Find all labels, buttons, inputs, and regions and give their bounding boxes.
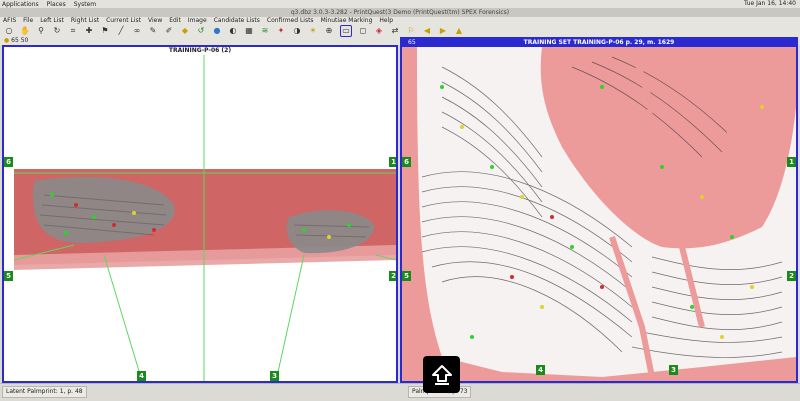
mark-icon[interactable]: ✚ xyxy=(84,26,94,36)
ridge-icon[interactable]: ≋ xyxy=(260,26,270,36)
contrast-icon[interactable]: ◑ xyxy=(292,26,302,36)
menu-applications[interactable]: Applications xyxy=(2,1,39,8)
marker-6[interactable]: 6 xyxy=(402,157,411,167)
swap-icon[interactable]: ⇄ xyxy=(390,26,400,36)
crop-icon[interactable]: ⌗ xyxy=(68,26,78,36)
marker-4[interactable]: 4 xyxy=(536,365,545,375)
clock[interactable]: Tue Jan 16, 14:40 xyxy=(744,0,796,7)
minutia-count-icon: ● xyxy=(4,37,10,44)
upload-icon xyxy=(431,364,452,385)
minutia-count: 65 50 xyxy=(11,37,29,44)
menu-places[interactable]: Places xyxy=(47,1,66,8)
status-bar: Latent Palmprint: 1, p. 48 Palmprint: 1,… xyxy=(0,383,800,401)
arrow-up-icon[interactable]: ▲ xyxy=(454,26,464,36)
hand-icon[interactable]: ✋ xyxy=(20,26,30,36)
marker-4[interactable]: 4 xyxy=(137,371,146,381)
menu-right-list[interactable]: Right List xyxy=(71,17,99,25)
undo-icon[interactable]: ↺ xyxy=(196,26,206,36)
compare-icon[interactable]: ◈ xyxy=(374,26,384,36)
menu-system[interactable]: System xyxy=(74,1,96,8)
mask-icon[interactable]: ◆ xyxy=(180,26,190,36)
marker-5[interactable]: 5 xyxy=(4,271,13,281)
left-image-panel[interactable]: TRAINING-P-06 (2) 6 1 5 2 4 3 xyxy=(2,45,398,383)
pin-icon[interactable]: ⚐ xyxy=(406,26,416,36)
brush-icon[interactable]: ✦ xyxy=(276,26,286,36)
toolbar: ○ ✋ ⚲ ↻ ⌗ ✚ ⚑ ╱ ∞ ✎ ✐ ◆ ↺ ● ◐ ▦ ≋ ✦ ◑ ✶ … xyxy=(0,25,800,37)
right-image-panel[interactable]: 65 TRAINING SET TRAINING-P-06 p. 29, m. … xyxy=(400,37,798,383)
marker-2[interactable]: 2 xyxy=(389,271,396,281)
zoom-fit-icon[interactable]: ◻ xyxy=(358,26,368,36)
menu-confirmed-lists[interactable]: Confirmed Lists xyxy=(267,17,314,25)
arrow-left-icon[interactable]: ◀ xyxy=(422,26,432,36)
rotate-icon[interactable]: ↻ xyxy=(52,26,62,36)
latent-print-canvas[interactable] xyxy=(4,55,396,381)
paint-icon[interactable]: ✎ xyxy=(148,26,158,36)
circle-icon[interactable]: ● xyxy=(212,26,222,36)
right-panel-title: 65 TRAINING SET TRAINING-P-06 p. 29, m. … xyxy=(402,39,796,47)
line-icon[interactable]: ╱ xyxy=(116,26,126,36)
menu-current-list[interactable]: Current List xyxy=(106,17,141,25)
color-icon[interactable]: ◐ xyxy=(228,26,238,36)
menu-help[interactable]: Help xyxy=(379,17,393,25)
left-status: Latent Palmprint: 1, p. 48 xyxy=(2,386,87,398)
menu-candidate-lists[interactable]: Candidate Lists xyxy=(214,17,260,25)
marker-1[interactable]: 1 xyxy=(389,157,396,167)
menu-edit[interactable]: Edit xyxy=(169,17,181,25)
menu-file[interactable]: File xyxy=(23,17,33,25)
menu-image[interactable]: Image xyxy=(188,17,207,25)
marker-3[interactable]: 3 xyxy=(669,365,678,375)
window-title: q3.dbz 3.0.3-3.282 - PrintQuest(3 Demo (… xyxy=(0,8,800,17)
marker-2[interactable]: 2 xyxy=(787,271,796,281)
marker-5[interactable]: 5 xyxy=(402,271,411,281)
circle-icon[interactable]: ○ xyxy=(4,26,14,36)
left-panel-title: TRAINING-P-06 (2) xyxy=(168,47,232,54)
marker-1[interactable]: 1 xyxy=(787,157,796,167)
link-icon[interactable]: ∞ xyxy=(132,26,142,36)
right-panel-badge: 65 xyxy=(408,39,416,46)
fit-icon[interactable]: ▭ xyxy=(340,25,352,37)
marker-6[interactable]: 6 xyxy=(4,157,13,167)
flag-icon[interactable]: ⚑ xyxy=(100,26,110,36)
minutia-icon[interactable]: ✶ xyxy=(308,26,318,36)
grid-icon[interactable]: ▦ xyxy=(244,26,254,36)
menu-left-list[interactable]: Left List xyxy=(40,17,64,25)
marker-3[interactable]: 3 xyxy=(270,371,279,381)
menu-bar: AFIS File Left List Right List Current L… xyxy=(0,17,800,25)
zoom-icon[interactable]: ⚲ xyxy=(36,26,46,36)
palmprint-canvas[interactable] xyxy=(402,47,796,381)
menu-view[interactable]: View xyxy=(148,17,162,25)
upload-button[interactable] xyxy=(423,356,460,393)
arrow-right-icon[interactable]: ▶ xyxy=(438,26,448,36)
crosshair-icon[interactable]: ⊕ xyxy=(324,26,334,36)
menu-minutiae-marking[interactable]: Minutiae Marking xyxy=(321,17,373,25)
menu-afis[interactable]: AFIS xyxy=(3,17,16,25)
pen-icon[interactable]: ✐ xyxy=(164,26,174,36)
